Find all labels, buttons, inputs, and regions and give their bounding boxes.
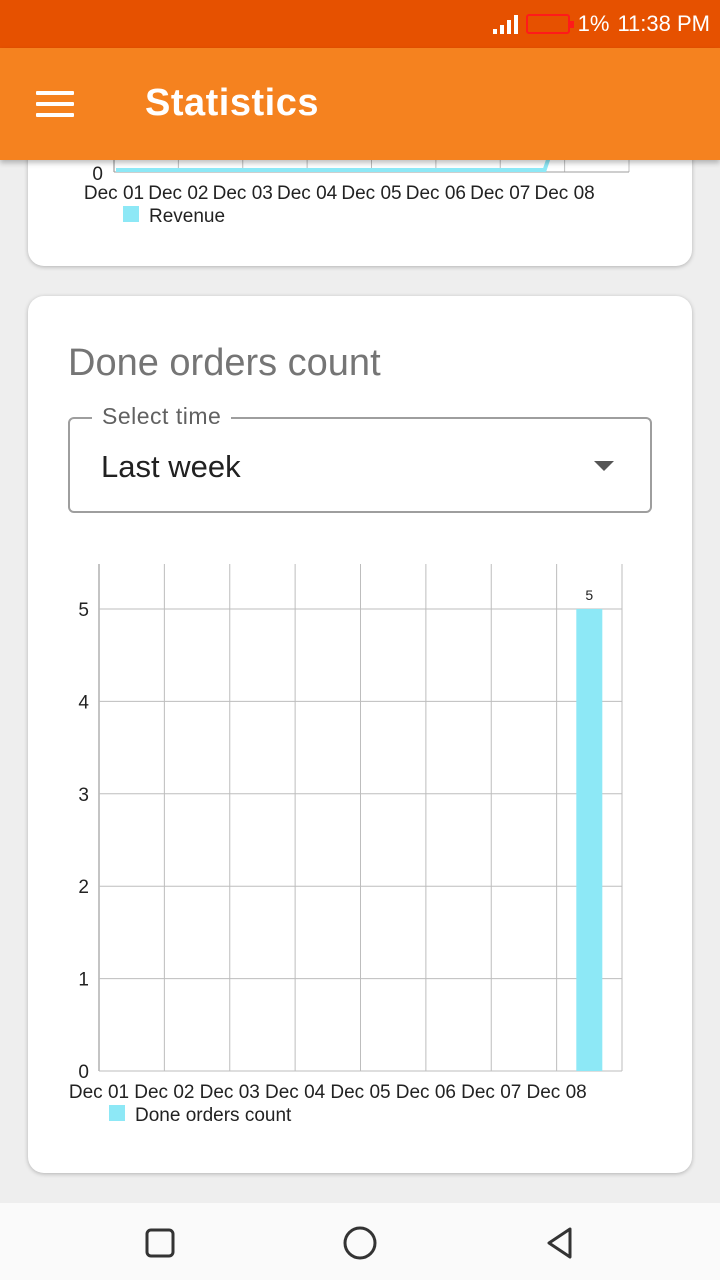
x-tick-label: Dec 02 <box>148 183 208 204</box>
page-title: Statistics <box>145 82 319 124</box>
signal-icon <box>492 14 518 34</box>
status-indicators: 1% 11:38 PM <box>492 0 710 48</box>
bar-data-label: 5 <box>585 587 593 603</box>
x-tick-label: Dec 02 <box>134 1082 194 1103</box>
y-tick-label: 0 <box>92 164 103 185</box>
x-tick-label: Dec 05 <box>341 183 401 204</box>
system-nav-bar <box>0 1203 720 1280</box>
legend-label: Done orders count <box>135 1105 292 1126</box>
clock: 11:38 PM <box>617 11 710 36</box>
legend-swatch <box>109 1105 125 1121</box>
back-icon[interactable] <box>542 1225 578 1261</box>
x-tick-label: Dec 01 <box>69 1082 129 1103</box>
x-tick-label: Dec 06 <box>406 183 466 204</box>
x-tick-label: Dec 04 <box>265 1082 326 1103</box>
recent-apps-icon[interactable] <box>142 1225 178 1261</box>
y-tick-label: 0 <box>78 1062 89 1083</box>
done-orders-chart: 0 1 2 3 4 5 5 Dec 01 Dec 02 Dec 03 Dec 04 Dec 05 Dec… <box>69 564 623 1126</box>
y-tick-label: 1 <box>78 970 89 991</box>
battery-percent: 1% <box>577 11 610 36</box>
y-tick-label: 4 <box>78 692 89 713</box>
x-tick-label: Dec 03 <box>213 183 273 204</box>
home-icon[interactable] <box>342 1225 378 1261</box>
x-tick-label: Dec 06 <box>396 1082 456 1103</box>
y-tick-label: 5 <box>78 600 89 621</box>
app-bar: Statistics <box>0 48 720 160</box>
done-orders-card: Done orders count Select time Last week … <box>28 296 692 1173</box>
x-tick-label: Dec 04 <box>277 183 338 204</box>
legend-swatch <box>123 206 139 222</box>
x-tick-label: Dec 05 <box>330 1082 390 1103</box>
y-tick-label: 2 <box>78 877 89 898</box>
legend-label: Revenue <box>149 206 225 227</box>
battery-icon <box>525 14 574 34</box>
bar <box>576 609 603 1071</box>
hamburger-menu-icon[interactable] <box>36 88 76 120</box>
x-tick-label: Dec 08 <box>535 183 595 204</box>
x-tick-label: Dec 07 <box>470 183 530 204</box>
x-tick-label: Dec 01 <box>84 183 144 204</box>
x-tick-label: Dec 08 <box>527 1082 587 1103</box>
y-tick-label: 3 <box>78 785 89 806</box>
x-tick-label: Dec 07 <box>461 1082 521 1103</box>
x-tick-label: Dec 03 <box>200 1082 260 1103</box>
status-bar: 1% 11:38 PM <box>0 0 720 48</box>
